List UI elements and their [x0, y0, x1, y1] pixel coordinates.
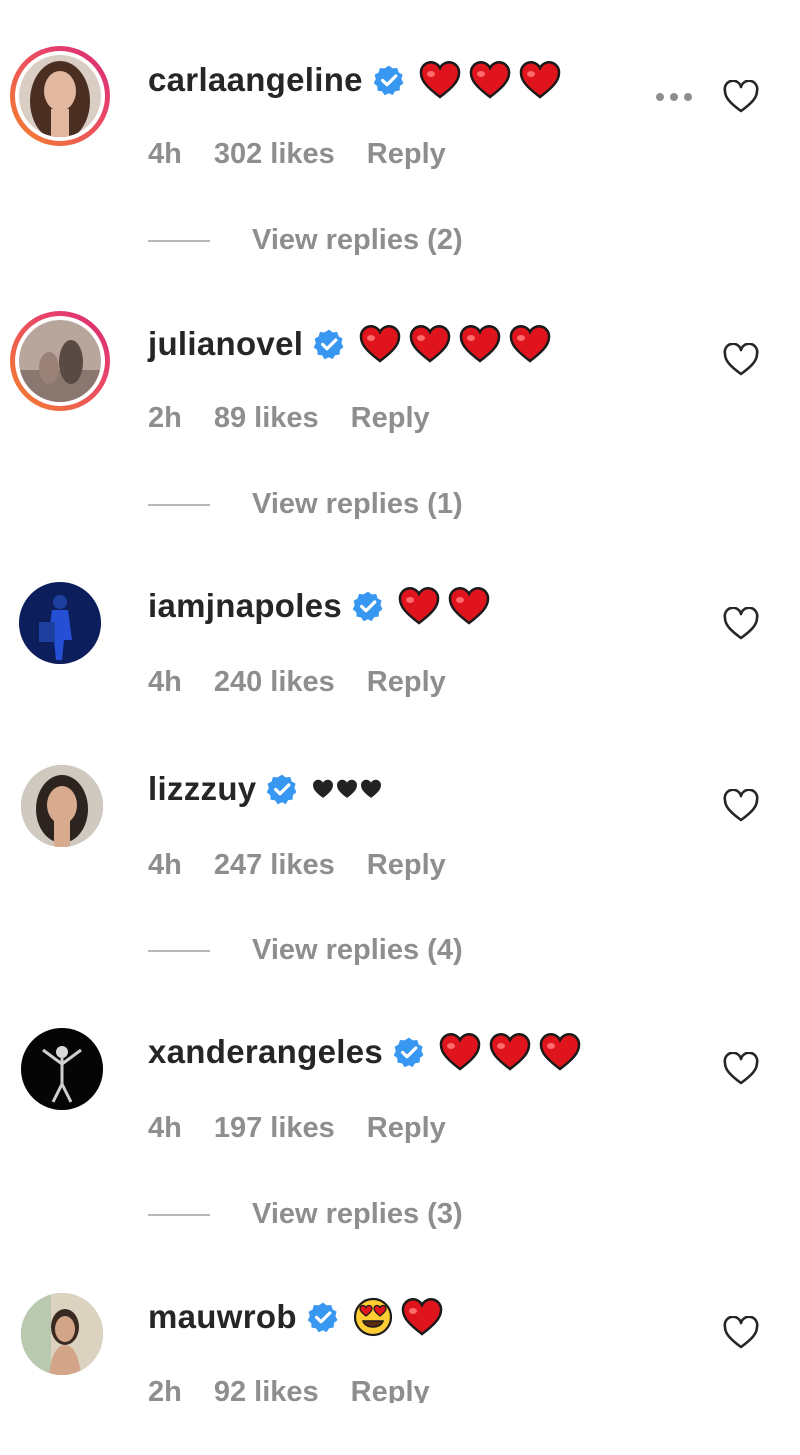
reply-button[interactable]: Reply: [367, 138, 446, 171]
view-replies-label: View replies (1): [252, 488, 463, 520]
username[interactable]: iamjnapoles: [148, 587, 342, 625]
username[interactable]: mauwrob: [148, 1298, 297, 1336]
divider: [148, 949, 210, 952]
comment-meta: 4h 302 likes Reply: [148, 138, 478, 171]
red-heart-icon: [469, 61, 511, 99]
avatar[interactable]: [21, 1293, 103, 1375]
red-heart-icon: [459, 325, 501, 363]
more-options-icon[interactable]: [654, 91, 694, 103]
red-heart-icon: [419, 61, 461, 99]
comment-emojis: [439, 1033, 589, 1071]
like-heart-icon[interactable]: [722, 607, 760, 641]
comment-time: 4h: [148, 666, 182, 698]
avatar[interactable]: [21, 765, 103, 847]
verified-badge-icon: [313, 329, 344, 360]
red-heart-icon: [401, 1298, 443, 1336]
avatar[interactable]: [10, 46, 110, 146]
divider: [148, 239, 210, 242]
avatar-photo: [19, 582, 101, 664]
verified-badge-icon: [267, 774, 297, 805]
username[interactable]: xanderangeles: [148, 1033, 383, 1071]
likes-count[interactable]: 240 likes: [214, 666, 335, 699]
view-replies-button[interactable]: View replies (4): [148, 934, 463, 967]
likes-count[interactable]: 302 likes: [214, 138, 335, 171]
view-replies-label: View replies (2): [252, 224, 463, 256]
like-heart-icon[interactable]: [722, 1316, 760, 1350]
likes-count[interactable]: 247 likes: [214, 849, 335, 882]
comment-emojis: [359, 325, 559, 363]
heart-eyes-face-icon: [353, 1297, 392, 1337]
comment-meta: 4h 197 likes Reply: [148, 1112, 478, 1145]
like-heart-icon[interactable]: [722, 789, 760, 823]
red-heart-icon: [409, 325, 451, 363]
comment-emojis: [312, 779, 384, 799]
view-replies-button[interactable]: View replies (1): [148, 488, 463, 521]
avatar-photo: [21, 1293, 103, 1375]
black-heart-icon: [337, 779, 358, 798]
red-heart-icon: [519, 61, 561, 99]
comment-emojis: [419, 61, 569, 99]
verified-badge-icon: [307, 1302, 338, 1333]
comment-meta: 4h 247 likes Reply: [148, 849, 478, 882]
red-heart-icon: [489, 1033, 531, 1071]
comment-time: 2h: [148, 402, 182, 434]
like-heart-icon[interactable]: [722, 1052, 760, 1086]
verified-badge-icon: [352, 591, 383, 622]
reply-button[interactable]: Reply: [367, 1112, 446, 1145]
username[interactable]: carlaangeline: [148, 61, 363, 99]
view-replies-label: View replies (3): [252, 1198, 463, 1230]
username[interactable]: lizzzuy: [148, 770, 256, 808]
red-heart-icon: [359, 325, 401, 363]
comment-emojis: [398, 587, 498, 625]
comment-meta: 2h 89 likes Reply: [148, 402, 462, 435]
red-heart-icon: [509, 325, 551, 363]
view-replies-label: View replies (4): [252, 934, 463, 966]
divider: [148, 503, 210, 506]
verified-badge-icon: [393, 1037, 424, 1068]
red-heart-icon: [398, 587, 440, 625]
avatar[interactable]: [21, 1028, 103, 1110]
comment-meta: 4h 240 likes Reply: [148, 666, 478, 699]
reply-button[interactable]: Reply: [351, 402, 430, 435]
likes-count[interactable]: 89 likes: [214, 402, 319, 435]
black-heart-icon: [361, 779, 382, 798]
like-heart-icon[interactable]: [722, 343, 760, 377]
view-replies-button[interactable]: View replies (3): [148, 1198, 463, 1231]
username[interactable]: julianovel: [148, 325, 303, 363]
reply-button[interactable]: Reply: [367, 666, 446, 699]
black-heart-icon: [313, 779, 334, 798]
verified-badge-icon: [373, 65, 404, 96]
reply-button[interactable]: Reply: [367, 849, 446, 882]
avatar-photo: [19, 320, 101, 402]
comment-time: 4h: [148, 849, 182, 881]
comment-time: 4h: [148, 138, 182, 170]
viewport-bottom-edge: [0, 1403, 800, 1455]
avatar[interactable]: [10, 311, 110, 411]
comment-time: 4h: [148, 1112, 182, 1144]
comment-emojis: [353, 1297, 451, 1337]
like-heart-icon[interactable]: [722, 80, 760, 114]
avatar-photo: [21, 765, 103, 847]
red-heart-icon: [539, 1033, 581, 1071]
avatar-photo: [21, 1028, 103, 1110]
red-heart-icon: [448, 587, 490, 625]
avatar[interactable]: [19, 582, 101, 664]
red-heart-icon: [439, 1033, 481, 1071]
view-replies-button[interactable]: View replies (2): [148, 224, 463, 257]
avatar-photo: [19, 55, 101, 137]
likes-count[interactable]: 197 likes: [214, 1112, 335, 1145]
divider: [148, 1213, 210, 1216]
